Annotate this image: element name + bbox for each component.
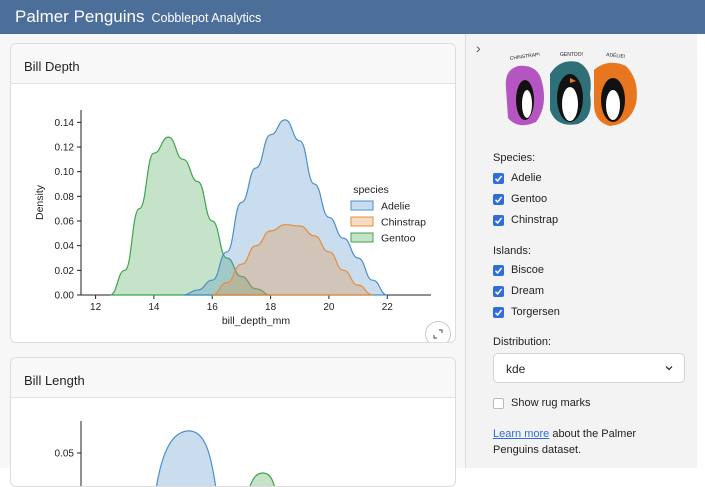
y-axis-label: Density xyxy=(34,184,46,220)
bill-depth-chart: 0.00 0.02 0.04 0.06 0.08 0.10 0.12 0.14 12 14 16 18… xyxy=(34,110,431,327)
checkbox-label: Chinstrap xyxy=(511,214,559,226)
expand-button[interactable] xyxy=(425,321,451,342)
window-edge xyxy=(697,34,705,468)
collapse-sidebar-icon[interactable]: › xyxy=(476,40,481,56)
x-axis-label: bill_depth_mm xyxy=(222,315,291,327)
species-label: Species: xyxy=(493,152,536,164)
card-title: Bill Depth xyxy=(11,44,455,84)
species-checkbox-gentoo[interactable]: Gentoo xyxy=(493,193,547,205)
x-tick-label: 12 xyxy=(90,302,102,313)
x-tick-label: 14 xyxy=(148,302,160,313)
islands-label: Islands: xyxy=(493,245,531,257)
bill-length-chart: 0.05 xyxy=(55,421,275,486)
species-checkbox-chinstrap[interactable]: Chinstrap xyxy=(493,214,558,226)
species-checkbox-adelie[interactable]: Adelie xyxy=(493,172,542,184)
penguin-name: ADÉLIE! xyxy=(606,51,626,60)
y-tick-label: 0.10 xyxy=(55,167,75,178)
y-tick-label: 0.05 xyxy=(55,449,75,460)
checkbox-label: Show rug marks xyxy=(511,397,591,409)
checkbox-unchecked-icon[interactable] xyxy=(493,397,504,409)
penguins-illustration-icon: CHINSTRAP! GENTOO! ADÉLIE! xyxy=(505,51,637,126)
legend-swatch xyxy=(350,200,374,211)
y-tick-label: 0.08 xyxy=(55,192,75,203)
checkbox-label: Dream xyxy=(511,285,545,297)
card-title: Bill Length xyxy=(11,358,455,398)
expand-icon xyxy=(433,329,443,339)
island-checkbox-biscoe[interactable]: Biscoe xyxy=(493,264,544,276)
y-tick-label: 0.04 xyxy=(55,241,75,252)
navbar: Palmer Penguins Cobblepot Analytics xyxy=(0,0,705,34)
main-panel: Bill Depth 0.00 0.02 0.04 0.06 0.08 0.10 0.12 0… xyxy=(0,34,465,487)
legend-label: Gentoo xyxy=(381,233,416,245)
y-tick-label: 0.12 xyxy=(55,143,75,154)
density-area-partial xyxy=(249,472,275,486)
checkbox-checked-icon[interactable] xyxy=(493,306,504,318)
legend-label: Chinstrap xyxy=(381,217,426,229)
distribution-label: Distribution: xyxy=(493,336,552,348)
y-tick-label: 0.02 xyxy=(55,266,75,277)
checkbox-label: Gentoo xyxy=(511,193,548,205)
checkbox-label: Adelie xyxy=(511,172,542,184)
checkbox-checked-icon[interactable] xyxy=(493,193,504,205)
checkbox-checked-icon[interactable] xyxy=(493,264,504,276)
y-tick-label: 0.14 xyxy=(55,118,75,129)
island-checkbox-dream[interactable]: Dream xyxy=(493,285,544,297)
checkbox-label: Biscoe xyxy=(511,264,545,276)
distribution-value: kde xyxy=(506,362,526,376)
checkbox-checked-icon[interactable] xyxy=(493,172,504,184)
sidebar: › CHINSTRAP! GENTOO! ADÉLIE! Species: Ad… xyxy=(465,34,697,468)
density-area-partial xyxy=(155,430,217,486)
legend-swatch xyxy=(350,232,374,243)
legend-swatch xyxy=(350,216,374,227)
rug-marks-checkbox[interactable]: Show rug marks xyxy=(493,397,590,409)
distribution-select[interactable]: kde xyxy=(493,353,685,383)
x-tick-label: 22 xyxy=(382,302,394,313)
penguin-name: GENTOO! xyxy=(560,52,583,58)
checkbox-checked-icon[interactable] xyxy=(493,214,504,226)
checkbox-label: Torgersen xyxy=(511,306,560,318)
legend-title: species xyxy=(353,184,389,196)
penguin-name: CHINSTRAP! xyxy=(509,52,540,62)
chevron-down-icon xyxy=(665,366,673,371)
app-title: Palmer Penguins xyxy=(15,7,145,26)
y-tick-label: 0.00 xyxy=(55,291,75,302)
app-subtitle: Cobblepot Analytics xyxy=(151,11,262,25)
x-tick-label: 18 xyxy=(265,302,277,313)
legend-label: Adelie xyxy=(381,201,410,213)
island-checkbox-torgersen[interactable]: Torgersen xyxy=(493,306,560,318)
bill-depth-card: Bill Depth 0.00 0.02 0.04 0.06 0.08 0.10 0.12 0… xyxy=(10,43,456,343)
x-tick-label: 20 xyxy=(323,302,335,313)
y-tick-label: 0.06 xyxy=(55,217,75,228)
checkbox-checked-icon[interactable] xyxy=(493,285,504,297)
learn-more-link[interactable]: Learn more xyxy=(493,428,549,440)
learn-more-text: Learn more about the Palmer Penguins dat… xyxy=(493,426,683,458)
x-tick-label: 16 xyxy=(207,302,219,313)
